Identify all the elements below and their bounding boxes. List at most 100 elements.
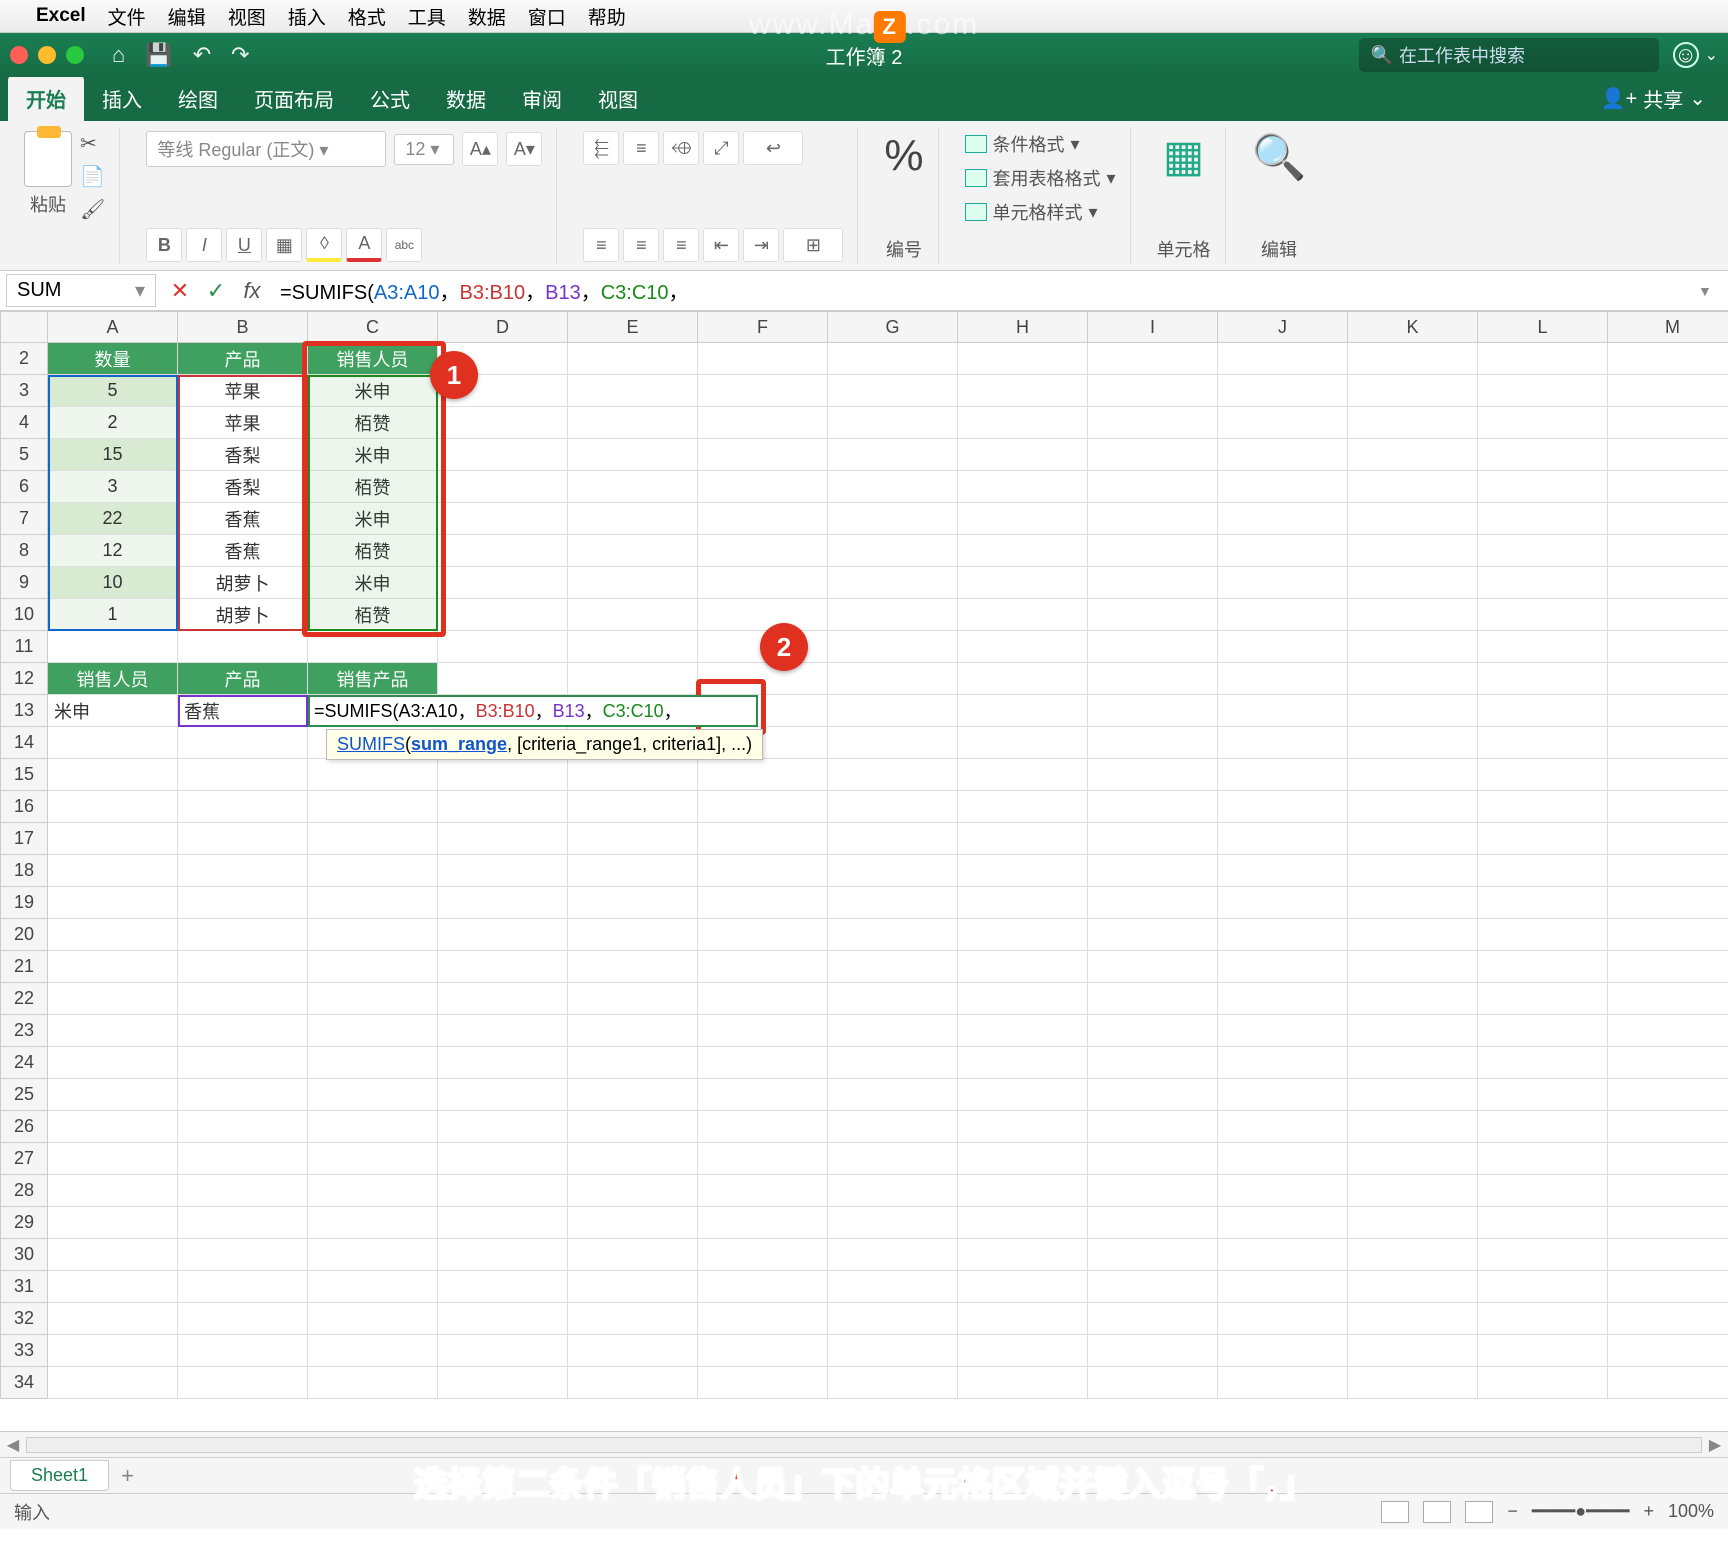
- cell-K2[interactable]: [1348, 343, 1478, 375]
- cell-G32[interactable]: [828, 1303, 958, 1335]
- cell-L30[interactable]: [1478, 1239, 1608, 1271]
- cell-A8[interactable]: 12: [48, 535, 178, 567]
- cell-K22[interactable]: [1348, 983, 1478, 1015]
- cell-K14[interactable]: [1348, 727, 1478, 759]
- cell-J27[interactable]: [1218, 1143, 1348, 1175]
- cell-D29[interactable]: [438, 1207, 568, 1239]
- cell-B21[interactable]: [178, 951, 308, 983]
- orientation-icon[interactable]: ⤢: [703, 131, 739, 165]
- zoom-level[interactable]: 100%: [1668, 1501, 1714, 1522]
- cell-I12[interactable]: [1088, 663, 1218, 695]
- cell-F26[interactable]: [698, 1111, 828, 1143]
- col-header-C[interactable]: C: [308, 311, 438, 343]
- cell-F4[interactable]: [698, 407, 828, 439]
- row-header-2[interactable]: 2: [0, 343, 48, 375]
- cell-F8[interactable]: [698, 535, 828, 567]
- tab-view[interactable]: 视图: [580, 76, 656, 121]
- cell-M21[interactable]: [1608, 951, 1728, 983]
- formula-cancel-icon[interactable]: ✕: [162, 278, 198, 304]
- cell-I7[interactable]: [1088, 503, 1218, 535]
- cell-I14[interactable]: [1088, 727, 1218, 759]
- cell-A18[interactable]: [48, 855, 178, 887]
- row-header-17[interactable]: 17: [0, 823, 48, 855]
- cell-J21[interactable]: [1218, 951, 1348, 983]
- cell-D12[interactable]: [438, 663, 568, 695]
- menu-tools[interactable]: 工具: [408, 3, 446, 30]
- cell-I30[interactable]: [1088, 1239, 1218, 1271]
- cell-I22[interactable]: [1088, 983, 1218, 1015]
- cell-D27[interactable]: [438, 1143, 568, 1175]
- cell-C11[interactable]: [308, 631, 438, 663]
- scroll-right-icon[interactable]: ▶: [1702, 1435, 1728, 1455]
- cell-K10[interactable]: [1348, 599, 1478, 631]
- cell-B15[interactable]: [178, 759, 308, 791]
- cell-G15[interactable]: [828, 759, 958, 791]
- col-header-D[interactable]: D: [438, 311, 568, 343]
- cell-J25[interactable]: [1218, 1079, 1348, 1111]
- cell-K33[interactable]: [1348, 1335, 1478, 1367]
- cell-A21[interactable]: [48, 951, 178, 983]
- cell-J16[interactable]: [1218, 791, 1348, 823]
- cell-C16[interactable]: [308, 791, 438, 823]
- row-header-27[interactable]: 27: [0, 1143, 48, 1175]
- row-header-30[interactable]: 30: [0, 1239, 48, 1271]
- horizontal-scrollbar[interactable]: ◀ ▶: [0, 1431, 1728, 1457]
- cut-icon[interactable]: ✂: [80, 131, 105, 156]
- row-header-25[interactable]: 25: [0, 1079, 48, 1111]
- cell-K11[interactable]: [1348, 631, 1478, 663]
- cell-H2[interactable]: [958, 343, 1088, 375]
- cell-G2[interactable]: [828, 343, 958, 375]
- col-header-L[interactable]: L: [1478, 311, 1608, 343]
- cell-L22[interactable]: [1478, 983, 1608, 1015]
- cell-F6[interactable]: [698, 471, 828, 503]
- redo-icon[interactable]: ↷: [231, 42, 249, 68]
- cell-L31[interactable]: [1478, 1271, 1608, 1303]
- cell-C25[interactable]: [308, 1079, 438, 1111]
- font-color-button[interactable]: A: [346, 228, 382, 262]
- cell-C10[interactable]: 栢赞: [308, 599, 438, 631]
- cell-K7[interactable]: [1348, 503, 1478, 535]
- cell-M8[interactable]: [1608, 535, 1728, 567]
- cell-A14[interactable]: [48, 727, 178, 759]
- cell-I28[interactable]: [1088, 1175, 1218, 1207]
- align-left-icon[interactable]: ≡: [583, 228, 619, 262]
- cell-B30[interactable]: [178, 1239, 308, 1271]
- cell-J8[interactable]: [1218, 535, 1348, 567]
- cell-A23[interactable]: [48, 1015, 178, 1047]
- cell-A28[interactable]: [48, 1175, 178, 1207]
- cell-L24[interactable]: [1478, 1047, 1608, 1079]
- formula-expand-icon[interactable]: ▼: [1698, 283, 1728, 299]
- cell-M26[interactable]: [1608, 1111, 1728, 1143]
- cell-J14[interactable]: [1218, 727, 1348, 759]
- cell-G19[interactable]: [828, 887, 958, 919]
- cell-M24[interactable]: [1608, 1047, 1728, 1079]
- cell-L27[interactable]: [1478, 1143, 1608, 1175]
- align-right-icon[interactable]: ≡: [663, 228, 699, 262]
- cell-F29[interactable]: [698, 1207, 828, 1239]
- cell-E10[interactable]: [568, 599, 698, 631]
- cell-L17[interactable]: [1478, 823, 1608, 855]
- cell-E12[interactable]: [568, 663, 698, 695]
- cell-B8[interactable]: 香蕉: [178, 535, 308, 567]
- cell-F3[interactable]: [698, 375, 828, 407]
- cell-A7[interactable]: 22: [48, 503, 178, 535]
- cell-G3[interactable]: [828, 375, 958, 407]
- cell-L8[interactable]: [1478, 535, 1608, 567]
- cell-E27[interactable]: [568, 1143, 698, 1175]
- cell-H19[interactable]: [958, 887, 1088, 919]
- cell-J15[interactable]: [1218, 759, 1348, 791]
- cell-F16[interactable]: [698, 791, 828, 823]
- cell-D26[interactable]: [438, 1111, 568, 1143]
- cell-J32[interactable]: [1218, 1303, 1348, 1335]
- cell-G8[interactable]: [828, 535, 958, 567]
- cell-L29[interactable]: [1478, 1207, 1608, 1239]
- cell-I32[interactable]: [1088, 1303, 1218, 1335]
- cell-B22[interactable]: [178, 983, 308, 1015]
- cell-B29[interactable]: [178, 1207, 308, 1239]
- cell-G6[interactable]: [828, 471, 958, 503]
- cell-K23[interactable]: [1348, 1015, 1478, 1047]
- cell-G5[interactable]: [828, 439, 958, 471]
- cell-L25[interactable]: [1478, 1079, 1608, 1111]
- cell-B4[interactable]: 苹果: [178, 407, 308, 439]
- cell-M11[interactable]: [1608, 631, 1728, 663]
